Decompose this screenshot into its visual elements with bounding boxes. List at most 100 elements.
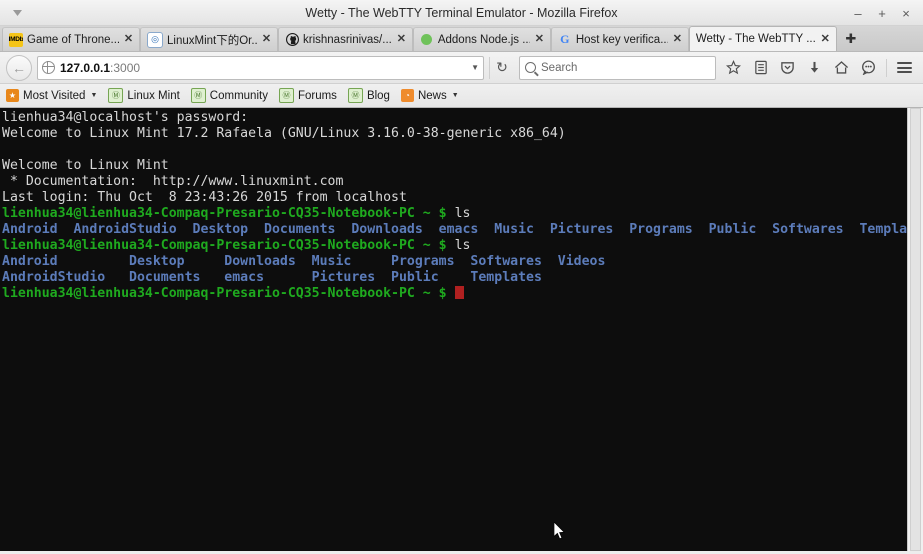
tab-strip: IMDb Game of Throne... ✕ ◎ LinuxMint下的Or…: [0, 26, 923, 52]
terminal-line: lienhua34@lienhua34-Compaq-Presario-CQ35…: [2, 286, 907, 302]
navigation-toolbar: ← 127.0.0.1:3000 ▼ ↻ Search: [0, 52, 923, 84]
linuxmint-icon: Ⓜ: [108, 88, 124, 103]
terminal-cursor: [454, 286, 464, 299]
terminal-text: Last login: Thu Oct 8 23:43:26 2015 from…: [2, 190, 407, 205]
terminal-text: ls: [454, 238, 471, 253]
tab-label: Addons Node.js ...: [437, 33, 530, 46]
wetty-terminal[interactable]: lienhua34@localhost's password: Welcome t…: [0, 108, 907, 551]
url-text: 127.0.0.1:3000: [60, 61, 462, 75]
menu-hamburger-icon[interactable]: [892, 56, 917, 80]
bookmark-forums[interactable]: Ⓜ Forums: [278, 88, 337, 103]
terminal-line: * Documentation: http://www.linuxmint.co…: [2, 174, 907, 190]
tab-label: krishnasrinivas/...: [303, 33, 392, 46]
tab-game-of-thrones[interactable]: IMDb Game of Throne... ✕: [2, 27, 140, 51]
url-port: :3000: [110, 60, 141, 75]
terminal-text: lienhua34@lienhua34-Compaq-Presario-CQ35…: [2, 206, 455, 221]
tab-linuxmint[interactable]: ◎ LinuxMint下的Or... ✕: [140, 27, 278, 51]
terminal-line: lienhua34@localhost's password:: [2, 110, 907, 126]
page-scrollbar[interactable]: [907, 108, 923, 551]
chevron-down-icon: ▼: [90, 92, 98, 99]
window-controls: – + ×: [847, 0, 917, 26]
terminal-text: lienhua34@lienhua34-Compaq-Presario-CQ35…: [2, 286, 455, 301]
reader-list-icon[interactable]: [748, 56, 773, 80]
url-bar[interactable]: 127.0.0.1:3000 ▼: [37, 55, 484, 80]
github-icon: [285, 33, 299, 47]
tab-wetty-webtty[interactable]: Wetty - The WebTTY ... ✕: [688, 26, 837, 51]
minimize-button[interactable]: –: [847, 3, 869, 23]
bookmark-label: Linux Mint: [127, 89, 180, 102]
terminal-text: Welcome to Linux Mint: [2, 158, 169, 173]
tab-close-icon[interactable]: ✕: [123, 34, 134, 45]
reload-icon[interactable]: ↻: [489, 56, 514, 79]
tab-label: Host key verifica...: [575, 33, 668, 46]
terminal-text: Android AndroidStudio Desktop Documents …: [2, 222, 907, 237]
bookmark-news[interactable]: ◔ News ▼: [400, 89, 459, 102]
terminal-line: Welcome to Linux Mint 17.2 Rafaela (GNU/…: [2, 126, 907, 142]
linuxmint-icon: ◎: [147, 31, 163, 48]
search-placeholder: Search: [541, 61, 578, 74]
terminal-line: Last login: Thu Oct 8 23:43:26 2015 from…: [2, 190, 907, 206]
search-bar[interactable]: Search: [519, 55, 716, 80]
home-icon[interactable]: [829, 56, 854, 80]
google-icon: G: [560, 32, 570, 47]
tab-krishnasrinivas[interactable]: krishnasrinivas/... ✕: [278, 27, 413, 51]
terminal-line: lienhua34@lienhua34-Compaq-Presario-CQ35…: [2, 206, 907, 222]
bookmarks-toolbar: ★ Most Visited ▼ Ⓜ Linux Mint Ⓜ Communit…: [0, 84, 923, 108]
terminal-line: lienhua34@lienhua34-Compaq-Presario-CQ35…: [2, 238, 907, 254]
window-titlebar: Wetty - The WebTTY Terminal Emulator - M…: [0, 0, 923, 26]
tab-label: Wetty - The WebTTY ...: [695, 33, 816, 45]
chevron-down-icon: ▼: [451, 92, 459, 99]
terminal-line: Welcome to Linux Mint: [2, 158, 907, 174]
bookmark-community[interactable]: Ⓜ Community: [190, 88, 268, 103]
firefox-window: Wetty - The WebTTY Terminal Emulator - M…: [0, 0, 923, 554]
maximize-button[interactable]: +: [871, 3, 893, 23]
tab-label: Game of Throne...: [27, 33, 119, 46]
terminal-text: Android Desktop Downloads Music Programs…: [2, 254, 606, 269]
globe-icon: [41, 60, 55, 74]
bookmark-most-visited[interactable]: ★ Most Visited ▼: [6, 89, 97, 102]
terminal-text: ls: [454, 206, 471, 221]
rss-icon: ◔: [400, 89, 414, 102]
terminal-text: lienhua34@lienhua34-Compaq-Presario-CQ35…: [2, 238, 455, 253]
window-title: Wetty - The WebTTY Terminal Emulator - M…: [305, 5, 618, 20]
tab-close-icon[interactable]: ✕: [261, 34, 272, 45]
scrollbar-thumb[interactable]: [910, 108, 921, 551]
bookmark-blog[interactable]: Ⓜ Blog: [347, 88, 390, 103]
tab-close-icon[interactable]: ✕: [672, 34, 683, 45]
bookmark-linux-mint[interactable]: Ⓜ Linux Mint: [108, 88, 180, 103]
tab-close-icon[interactable]: ✕: [396, 34, 407, 45]
terminal-line: Android AndroidStudio Desktop Documents …: [2, 222, 907, 238]
nodejs-icon: [420, 33, 434, 47]
window-menu-caret-down-icon[interactable]: [4, 1, 30, 25]
tab-close-icon[interactable]: ✕: [534, 34, 545, 45]
terminal-text: Welcome to Linux Mint 17.2 Rafaela (GNU/…: [2, 126, 566, 141]
bookmark-label: News: [417, 89, 447, 102]
tab-addons-nodejs[interactable]: Addons Node.js ... ✕: [412, 27, 551, 51]
downloads-icon[interactable]: [802, 56, 827, 80]
terminal-line: Android Desktop Downloads Music Programs…: [2, 254, 907, 270]
terminal-text: AndroidStudio Documents emacs Pictures P…: [2, 270, 542, 285]
bookmark-star-icon[interactable]: [721, 56, 746, 80]
pocket-icon[interactable]: [775, 56, 800, 80]
url-dropdown-chevron-down-icon[interactable]: ▼: [467, 63, 479, 72]
search-icon: [525, 62, 536, 73]
tab-label: LinuxMint下的Or...: [167, 34, 257, 47]
url-host: 127.0.0.1: [60, 60, 111, 75]
new-tab-button[interactable]: ✚: [839, 27, 863, 51]
tab-host-key-verification[interactable]: G Host key verifica... ✕: [550, 27, 689, 51]
bookmark-label: Most Visited: [23, 89, 86, 102]
page-content: lienhua34@localhost's password: Welcome t…: [0, 108, 923, 551]
linuxmint-icon: Ⓜ: [347, 88, 363, 103]
bookmark-label: Forums: [297, 89, 337, 102]
bookmark-label: Blog: [366, 89, 390, 102]
chat-icon[interactable]: [856, 56, 881, 80]
tab-close-icon[interactable]: ✕: [820, 33, 831, 45]
linuxmint-icon: Ⓜ: [190, 88, 206, 103]
back-arrow-icon[interactable]: ←: [6, 54, 32, 81]
close-window-button[interactable]: ×: [895, 3, 917, 23]
terminal-text: lienhua34@localhost's password:: [2, 110, 249, 125]
terminal-text: * Documentation: http://www.linuxmint.co…: [2, 174, 344, 189]
toolbar-divider: [886, 58, 887, 77]
imdb-icon: IMDb: [9, 32, 23, 47]
